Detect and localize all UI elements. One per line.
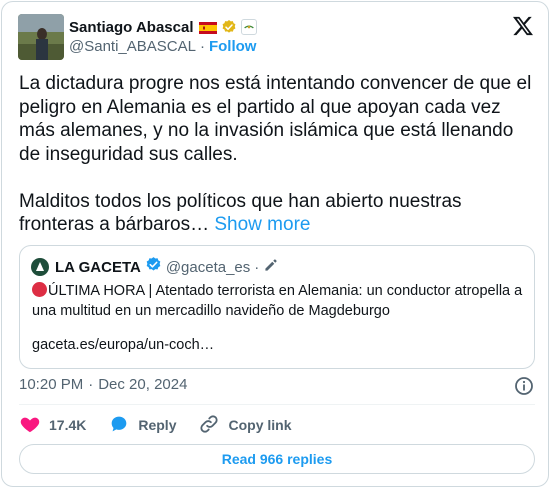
reply-button[interactable]: Reply xyxy=(108,413,176,438)
handle-line: @Santi_ABASCAL · Follow xyxy=(69,38,256,55)
separator-dot: · xyxy=(88,376,94,393)
copy-link-button[interactable]: Copy link xyxy=(198,413,292,438)
quoted-link[interactable]: gaceta.es/europa/un-coch… xyxy=(32,336,524,356)
read-replies-button[interactable]: Read 966 replies xyxy=(19,444,535,474)
link-icon xyxy=(198,413,220,438)
tweet-date[interactable]: Dec 20, 2024 xyxy=(98,376,187,393)
separator-dot: · xyxy=(254,258,260,276)
quoted-author-name: LA GACETA xyxy=(55,258,141,276)
heart-icon xyxy=(19,413,41,438)
show-more-link[interactable]: Show more xyxy=(214,214,310,235)
action-bar: 17.4K Reply Copy link xyxy=(19,414,314,436)
reply-bubble-icon xyxy=(108,413,130,438)
separator-dot: · xyxy=(199,38,205,55)
quoted-handle: @gaceta_es xyxy=(165,258,251,276)
verified-gold-icon[interactable] xyxy=(221,19,237,35)
tweet-text: La dictadura progre nos está intentando … xyxy=(19,72,537,237)
verified-blue-icon xyxy=(145,256,162,278)
follow-button[interactable]: Follow xyxy=(209,38,257,55)
like-button[interactable]: 17.4K xyxy=(19,413,86,438)
spain-flag-icon xyxy=(199,21,218,34)
red-circle-icon xyxy=(32,282,47,297)
tweet-time[interactable]: 10:20 PM xyxy=(19,376,83,393)
quoted-body: ÚLTIMA HORA | Atentado terrorista en Ale… xyxy=(32,283,527,319)
author-line: Santiago Abascal xyxy=(69,17,258,37)
reply-label: Reply xyxy=(138,417,177,433)
info-icon[interactable] xyxy=(514,376,534,396)
quoted-text: ÚLTIMA HORA | Atentado terrorista en Ale… xyxy=(32,282,524,321)
quoted-header: LA GACETA @gaceta_es · xyxy=(31,257,279,277)
author-name[interactable]: Santiago Abascal xyxy=(69,19,193,36)
edit-pencil-icon xyxy=(263,257,279,278)
copy-link-label: Copy link xyxy=(228,417,292,433)
author-avatar[interactable] xyxy=(18,14,64,60)
quoted-tweet[interactable]: LA GACETA @gaceta_es · ÚLTIMA HORA | Ate… xyxy=(19,245,535,369)
divider xyxy=(19,404,535,405)
like-count: 17.4K xyxy=(49,417,87,433)
author-handle[interactable]: @Santi_ABASCAL xyxy=(69,38,196,55)
tweet-card: Santiago Abascal @Santi_ABASCAL · Follow xyxy=(1,1,549,487)
tweet-body: La dictadura progre nos está intentando … xyxy=(19,73,532,235)
quoted-avatar xyxy=(31,258,49,276)
tweet-meta: 10:20 PM · Dec 20, 2024 xyxy=(19,376,187,393)
x-logo-icon[interactable] xyxy=(512,16,534,36)
affiliate-badge-icon[interactable] xyxy=(241,19,258,35)
